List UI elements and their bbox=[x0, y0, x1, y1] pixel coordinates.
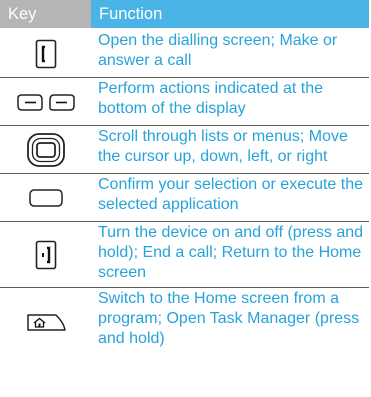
key-cell bbox=[0, 222, 91, 287]
function-description: Turn the device on and off (press and ho… bbox=[98, 224, 364, 281]
key-column-header: Key bbox=[0, 0, 91, 28]
table-row-dial-key: Open the dialling screen; Make or answer… bbox=[0, 30, 369, 78]
key-function-table: Key Function Open the dialling screen; M… bbox=[0, 0, 369, 355]
key-cell bbox=[0, 78, 91, 125]
table-header: Key Function bbox=[0, 0, 369, 30]
function-description: Open the dialling screen; Make or answer… bbox=[98, 32, 338, 69]
confirm-key-icon bbox=[28, 188, 63, 207]
table-row-power-end-key: Turn the device on and off (press and ho… bbox=[0, 222, 369, 288]
key-cell bbox=[0, 126, 91, 173]
function-description: Confirm your selection or execute the se… bbox=[98, 176, 364, 213]
dial-key-icon bbox=[35, 39, 56, 68]
function-description: Switch to the Home screen from a program… bbox=[98, 290, 360, 347]
power-end-key-icon bbox=[35, 240, 56, 269]
table-row-confirm-key: Confirm your selection or execute the se… bbox=[0, 174, 369, 222]
table-row-soft-keys: Perform actions indicated at the bottom … bbox=[0, 78, 369, 126]
soft-keys-icon bbox=[16, 93, 75, 111]
home-key-icon bbox=[26, 313, 66, 331]
table-row-home-key: Switch to the Home screen from a program… bbox=[0, 288, 369, 355]
key-cell bbox=[0, 288, 91, 355]
table-row-navigation-key: Scroll through lists or menus; Move the … bbox=[0, 126, 369, 174]
function-description: Perform actions indicated at the bottom … bbox=[98, 80, 324, 117]
key-cell bbox=[0, 30, 91, 77]
navigation-key-icon bbox=[26, 132, 65, 167]
function-description: Scroll through lists or menus; Move the … bbox=[98, 128, 348, 165]
function-column-header: Function bbox=[91, 0, 369, 28]
key-cell bbox=[0, 174, 91, 221]
